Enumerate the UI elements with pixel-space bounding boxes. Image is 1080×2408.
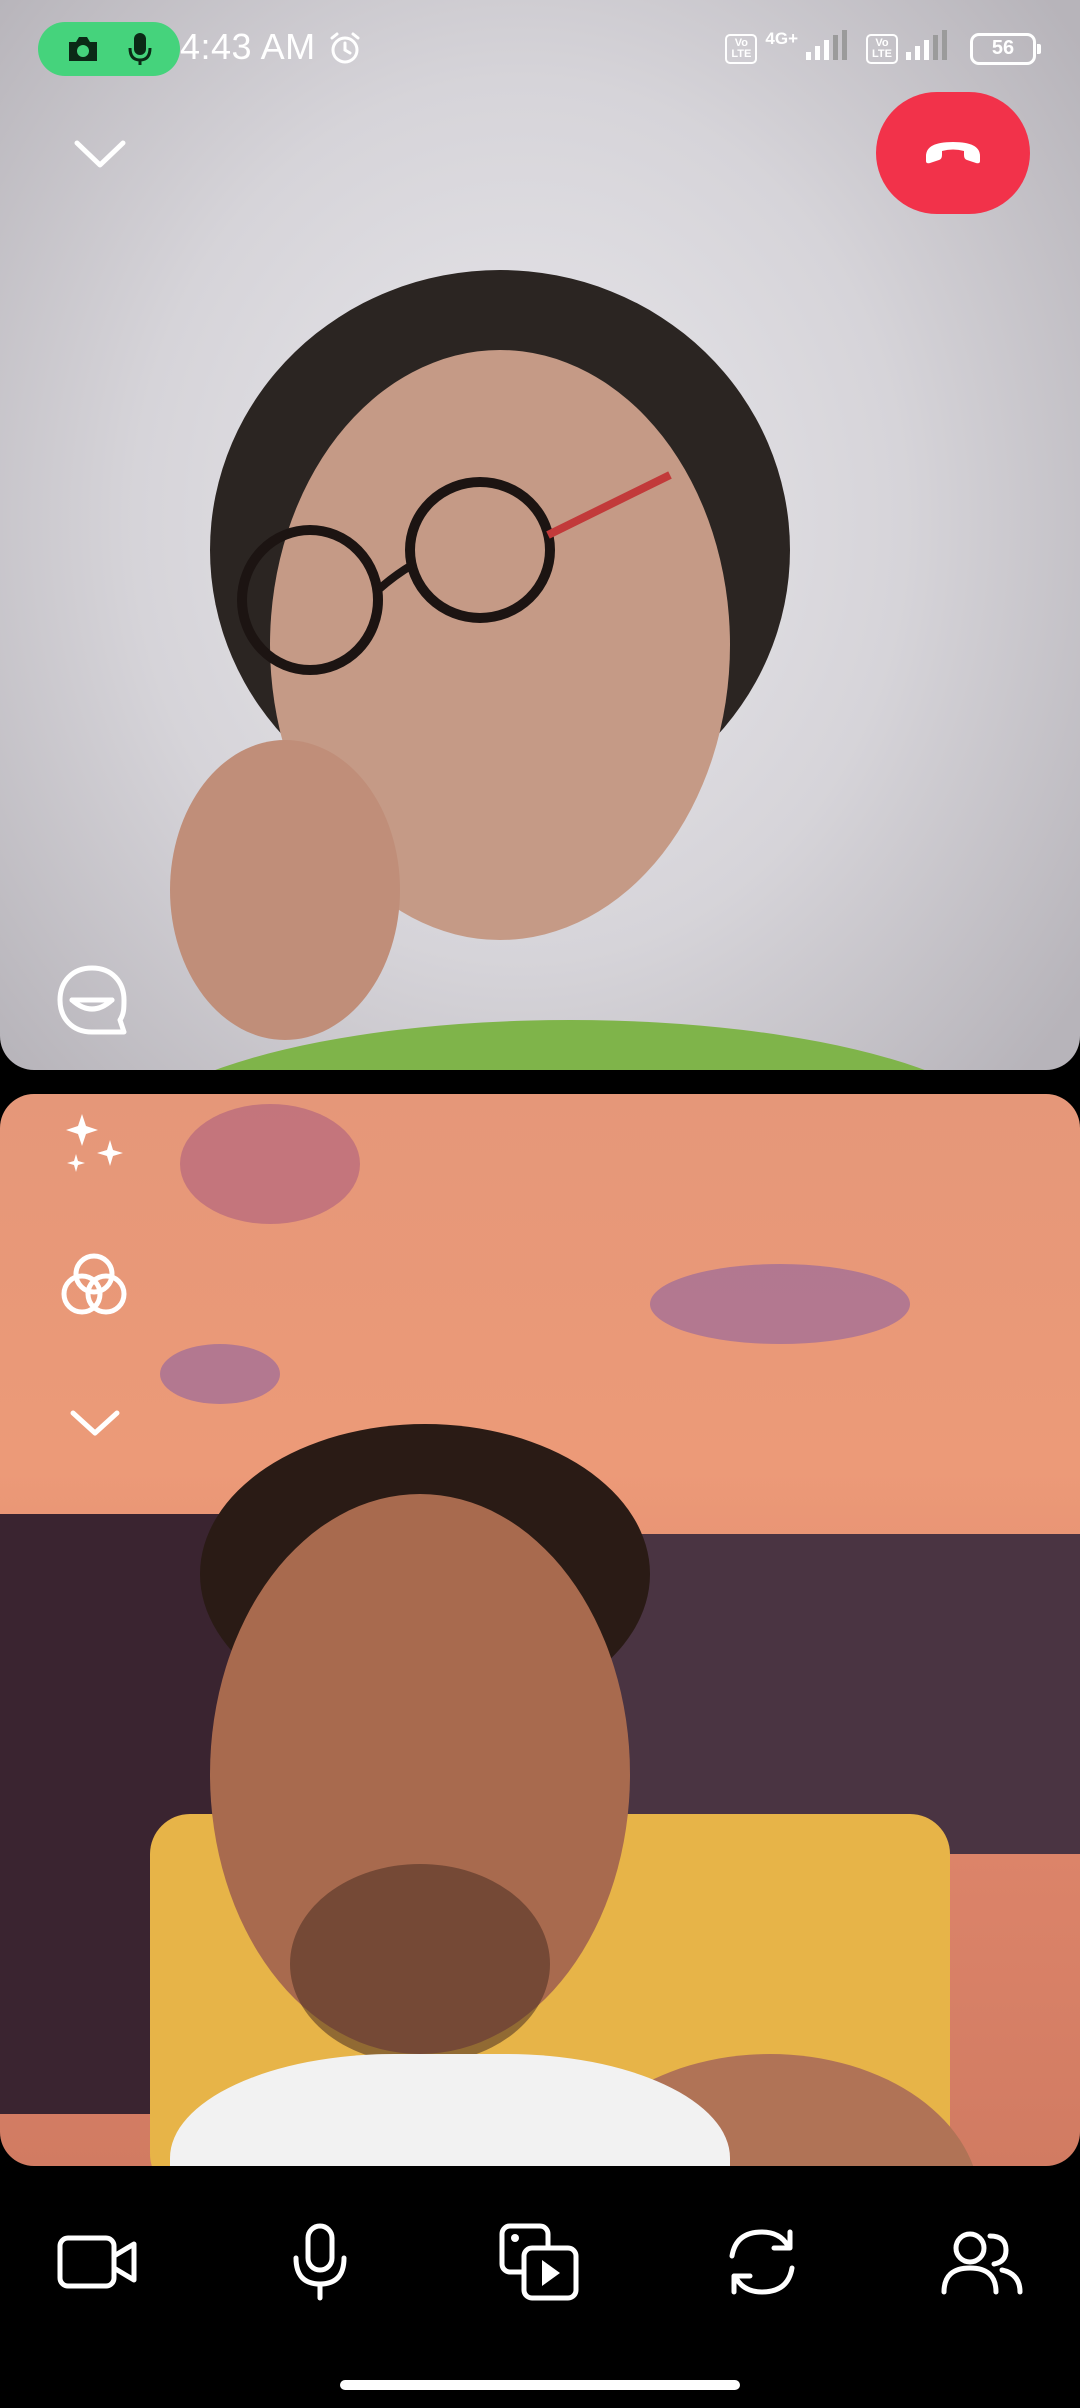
video-camera-icon <box>56 2230 140 2299</box>
more-options-button[interactable] <box>60 1402 130 1448</box>
media-share-icon <box>498 2222 582 2307</box>
end-call-button[interactable] <box>876 92 1030 214</box>
signal-strength-icon <box>906 30 950 67</box>
local-participant-beard <box>290 1864 550 2064</box>
microphone-icon <box>290 2222 350 2307</box>
network-type: 4G+ <box>765 28 798 48</box>
participants-button[interactable] <box>934 2216 1030 2312</box>
camera-flip-icon <box>722 2222 802 2307</box>
minimize-call-button[interactable] <box>64 128 136 184</box>
status-time: 4:43 AM <box>180 26 316 67</box>
volte-badge-2: Vo LTE <box>866 33 898 64</box>
signal-strength-icon <box>806 30 850 67</box>
local-video-preview[interactable] <box>0 1094 1080 2166</box>
color-circles-icon <box>58 1250 130 1323</box>
filters-button[interactable] <box>54 1248 134 1324</box>
remote-participant-glasses <box>237 471 672 675</box>
phone-hangup-icon <box>922 136 984 171</box>
call-controls-toolbar <box>0 2166 1080 2346</box>
microphone-in-use-icon <box>128 31 152 67</box>
battery-level: 56 <box>991 37 1015 59</box>
recording-indicator <box>38 22 180 76</box>
background-flower <box>160 1344 280 1404</box>
camera-in-use-icon <box>66 34 100 64</box>
chevron-down-icon <box>69 1408 121 1443</box>
chat-face-icon <box>54 962 130 1043</box>
home-indicator[interactable] <box>340 2380 740 2390</box>
background-flower <box>180 1104 360 1224</box>
status-icons: Vo LTE 4G+ Vo LTE 56 <box>725 28 1041 67</box>
switch-camera-button[interactable] <box>714 2216 810 2312</box>
volte-badge-1: Vo LTE <box>725 33 758 64</box>
sparkles-icon <box>60 1110 128 1183</box>
status-bar: 4:43 AM Vo LTE 4G+ Vo LTE 56 <box>0 0 1080 96</box>
effects-button[interactable] <box>56 1108 132 1184</box>
background-flower <box>650 1264 910 1344</box>
alarm-icon <box>327 30 363 71</box>
camera-toggle-button[interactable] <box>50 2216 146 2312</box>
chevron-down-icon <box>73 138 127 175</box>
battery-indicator: 56 <box>970 32 1041 65</box>
microphone-toggle-button[interactable] <box>272 2216 368 2312</box>
reactions-button[interactable] <box>52 962 132 1042</box>
share-media-button[interactable] <box>492 2216 588 2312</box>
people-icon <box>940 2226 1024 2303</box>
remote-participant-hand <box>170 740 400 1040</box>
